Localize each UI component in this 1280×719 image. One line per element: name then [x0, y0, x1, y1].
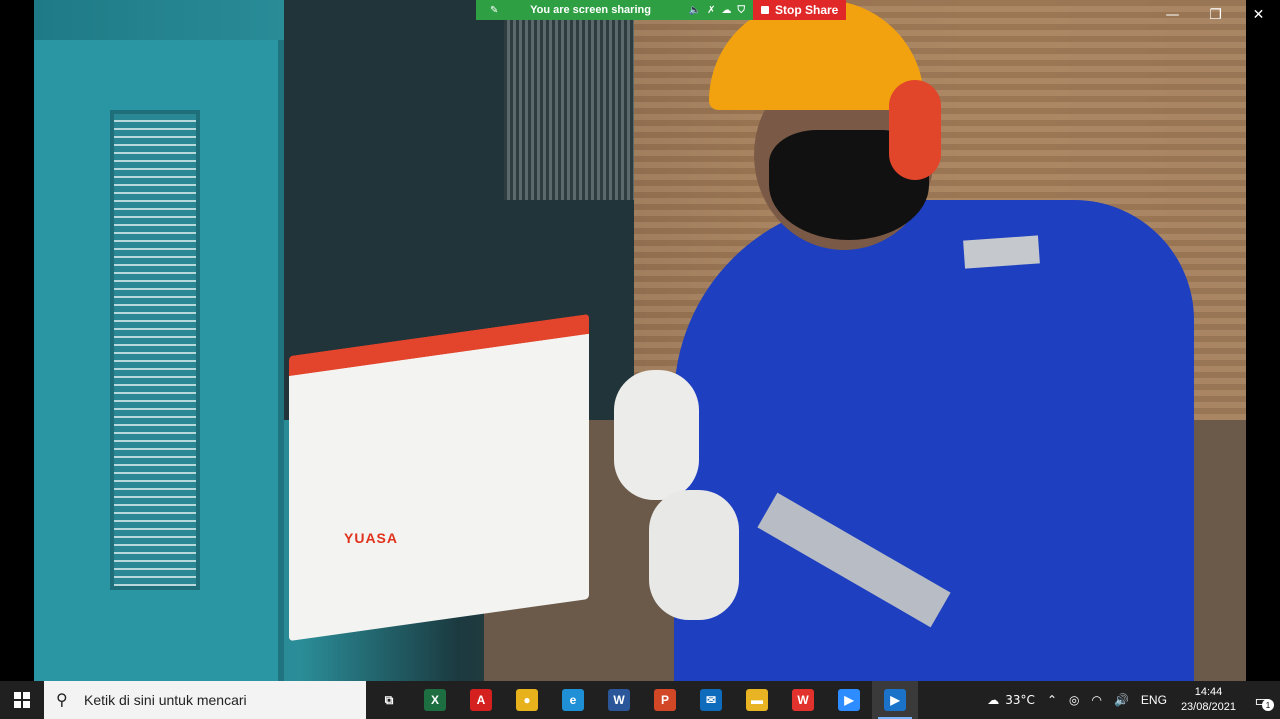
minimize-button[interactable]: — — [1151, 0, 1194, 30]
taskbar-app-zoom-share[interactable]: ▶ — [872, 681, 918, 719]
volume-icon[interactable]: 🔊 — [1108, 681, 1135, 719]
network-icon[interactable]: ☁ — [722, 5, 732, 16]
stop-share-label: Stop Share — [775, 3, 839, 17]
clock-time: 14:44 — [1194, 686, 1223, 698]
screen-share-banner: ✎ You are screen sharing 🔈 ✗ ☁ ⛉ Stop Sh… — [476, 0, 847, 20]
pin-icon[interactable]: ✎ — [490, 5, 498, 16]
shared-video-feed: YUASA — [34, 0, 1246, 681]
desktop-screen: YUASA ✎ You are screen sharing 🔈 ✗ ☁ ⛉ S… — [0, 0, 1280, 719]
taskbar-app-excel[interactable]: X — [412, 681, 458, 719]
taskbar-app-word[interactable]: W — [596, 681, 642, 719]
mic-muted-icon[interactable]: ✗ — [707, 5, 715, 16]
start-button[interactable] — [0, 681, 44, 719]
taskbar-app-acrobat[interactable]: A — [458, 681, 504, 719]
taskbar: ⚲ Ketik di sini untuk mencari ⧉ X A ● e W P ✉ ▬ W… — [0, 681, 1280, 719]
speaker-icon[interactable]: 🔈 — [689, 5, 701, 16]
mail-icon: ✉ — [700, 689, 722, 711]
taskbar-app-task-view[interactable]: ⧉ — [366, 681, 412, 719]
camera-tray-icon[interactable]: ◎ — [1063, 681, 1085, 719]
taskbar-app-zoom[interactable]: ▶ — [826, 681, 872, 719]
search-placeholder: Ketik di sini untuk mencari — [84, 692, 247, 708]
zoom-share-icon: ▶ — [884, 689, 906, 711]
notification-button[interactable]: ▭ 1 — [1244, 681, 1280, 719]
close-button[interactable]: ✕ — [1237, 0, 1280, 30]
generator-grille — [110, 110, 200, 590]
weather-widget[interactable]: ☁ 33°C — [981, 681, 1041, 719]
radiator — [504, 20, 634, 200]
stop-icon — [761, 6, 769, 14]
share-status-bar[interactable]: ✎ You are screen sharing 🔈 ✗ ☁ ⛉ — [476, 0, 753, 20]
file-explorer-icon: ▬ — [746, 689, 768, 711]
task-view-icon: ⧉ — [378, 689, 400, 711]
powerpoint-icon: P — [654, 689, 676, 711]
system-tray: ☁ 33°C ⌃ ◎ ◠ 🔊 ENG 14:44 23/08/2021 ▭ 1 — [981, 681, 1280, 719]
word-icon: W — [608, 689, 630, 711]
weather-temp: 33°C — [1005, 693, 1035, 707]
battery-brand-label: YUASA — [344, 530, 399, 546]
chrome-icon: ● — [516, 689, 538, 711]
excel-icon: X — [424, 689, 446, 711]
taskbar-app-edge[interactable]: e — [550, 681, 596, 719]
acrobat-icon: A — [470, 689, 492, 711]
search-icon: ⚲ — [56, 690, 68, 709]
windows-icon — [14, 692, 30, 708]
taskbar-app-wps[interactable]: W — [780, 681, 826, 719]
restore-button[interactable]: ❐ — [1194, 0, 1237, 30]
zoom-icon: ▶ — [838, 689, 860, 711]
taskbar-app-chrome[interactable]: ● — [504, 681, 550, 719]
share-status-text: You are screen sharing — [530, 4, 651, 16]
stop-share-button[interactable]: Stop Share — [753, 0, 847, 20]
tray-chevron-icon[interactable]: ⌃ — [1041, 681, 1063, 719]
glove-thumbs-up — [614, 370, 699, 500]
glove — [649, 490, 739, 620]
notification-badge: 1 — [1262, 699, 1274, 711]
taskbar-app-powerpoint[interactable]: P — [642, 681, 688, 719]
language-indicator[interactable]: ENG — [1135, 681, 1173, 719]
reflective-stripe — [963, 235, 1040, 269]
battery — [289, 313, 589, 642]
taskbar-apps: ⧉ X A ● e W P ✉ ▬ W ▶ ▶ — [366, 681, 918, 719]
shield-icon[interactable]: ⛉ — [738, 5, 746, 16]
ear-protector — [889, 80, 941, 180]
taskbar-search[interactable]: ⚲ Ketik di sini untuk mencari — [44, 681, 366, 719]
edge-icon: e — [562, 689, 584, 711]
wifi-icon[interactable]: ◠ — [1085, 681, 1107, 719]
taskbar-app-mail[interactable]: ✉ — [688, 681, 734, 719]
clock[interactable]: 14:44 23/08/2021 — [1173, 685, 1244, 715]
taskbar-app-file-explorer[interactable]: ▬ — [734, 681, 780, 719]
clock-date: 23/08/2021 — [1180, 701, 1236, 713]
wps-icon: W — [792, 689, 814, 711]
cloud-icon: ☁ — [987, 693, 1000, 707]
window-controls: — ❐ ✕ — [1151, 0, 1280, 30]
